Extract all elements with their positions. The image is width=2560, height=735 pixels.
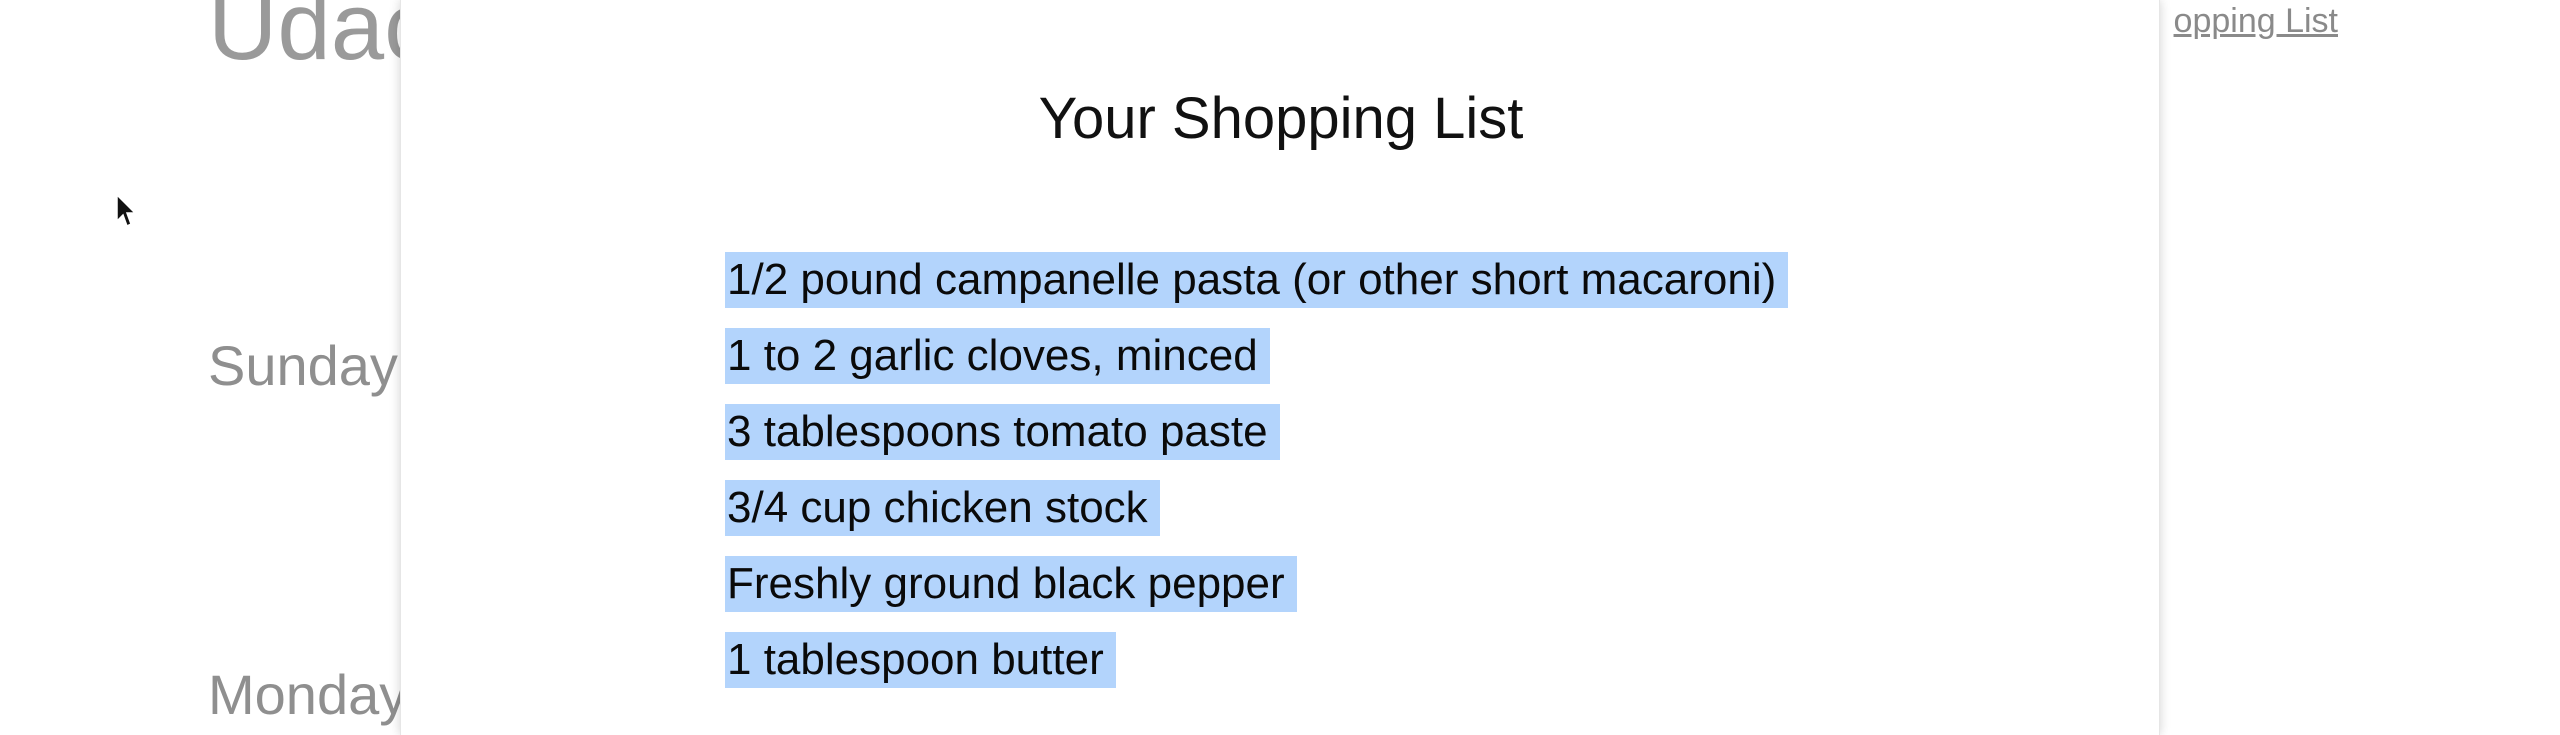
arrow-cursor-icon — [116, 194, 137, 228]
list-item-text: 3 tablespoons tomato paste — [725, 404, 1280, 460]
list-item: 3 tablespoons tomato paste — [725, 404, 1788, 480]
list-item: 1 tablespoon butter — [725, 632, 1788, 708]
list-item: 3/4 cup chicken stock — [725, 480, 1788, 556]
list-item: Freshly ground black pepper — [725, 556, 1788, 632]
app-title: Udac — [208, 0, 433, 80]
page: Udac opping List Sunday Monday Your Shop… — [0, 0, 2560, 735]
modal-title: Your Shopping List — [1038, 86, 1524, 151]
list-item-text: 3/4 cup chicken stock — [725, 480, 1160, 536]
list-item-text: 1 tablespoon butter — [725, 632, 1116, 688]
list-item-text: 1 to 2 garlic cloves, minced — [725, 328, 1270, 384]
list-item: 1/2 pound campanelle pasta (or other sho… — [725, 252, 1789, 328]
list-item: 1 to 2 garlic cloves, minced — [725, 328, 1788, 404]
day-label-monday: Monday — [208, 663, 408, 726]
shopping-list-link[interactable]: opping List — [2174, 2, 2338, 41]
day-label-sunday: Sunday — [208, 334, 398, 397]
list-item-text: 1/2 pound campanelle pasta (or other sho… — [725, 252, 1789, 308]
shopping-list-modal: Your Shopping List 1/2 pound campanelle … — [400, 0, 2160, 735]
shopping-list: 1/2 pound campanelle pasta (or other sho… — [725, 252, 1789, 708]
list-item-text: Freshly ground black pepper — [725, 556, 1297, 612]
